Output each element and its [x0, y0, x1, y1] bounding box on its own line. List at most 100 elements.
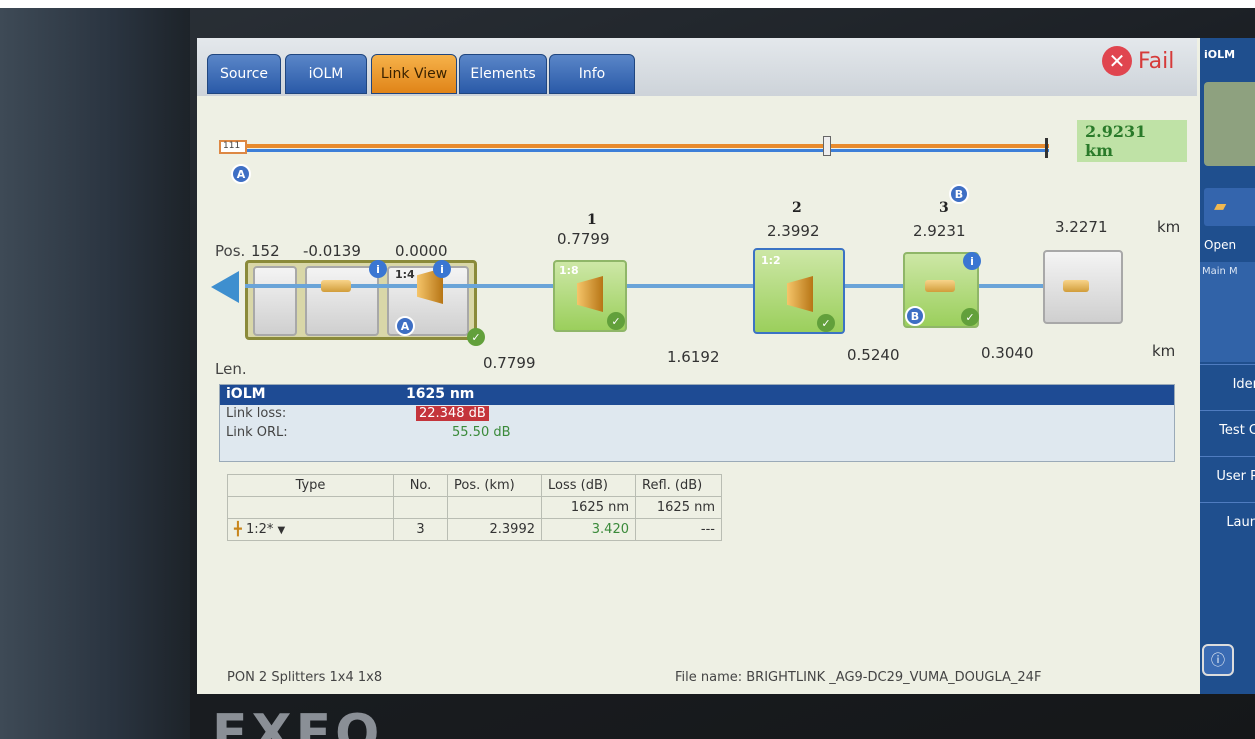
position-value: 0.7799: [557, 230, 610, 248]
tab-source[interactable]: Source: [207, 54, 281, 94]
position-value: 0.0000: [395, 242, 448, 260]
link-overview[interactable]: 111 A B 2.9231 km: [209, 102, 1187, 212]
length-value: 0.5240: [847, 346, 900, 364]
tab-info[interactable]: Info: [549, 54, 635, 94]
header-pos: Pos. (km): [447, 474, 542, 497]
event-number-2: 2: [792, 200, 802, 216]
tab-elements[interactable]: Elements: [459, 54, 547, 94]
fail-label: Fail: [1138, 48, 1175, 74]
menu-item-test-config[interactable]: Test C: [1200, 410, 1255, 456]
position-value: 3.2271: [1055, 218, 1108, 236]
row-loss: 3.420: [541, 518, 636, 541]
length-value: 0.3040: [981, 344, 1034, 362]
file-name: File name: BRIGHTLINK _AG9-DC29_VUMA_DOU…: [675, 670, 1042, 685]
tab-iolm[interactable]: iOLM: [285, 54, 367, 94]
iolm-summary: iOLM 1625 nm Link loss: 22.348 dB Link O…: [219, 384, 1175, 462]
subheader-cell: 1625 nm: [635, 496, 722, 519]
table-row[interactable]: ╋ 1:2* ▼ 3 2.3992 3.420 ---: [227, 518, 722, 541]
info-circle-icon: ⓘ: [1211, 653, 1225, 669]
summary-title: iOLM: [226, 386, 266, 402]
pass-check-icon: ✓: [467, 328, 485, 346]
connector-icon: [925, 280, 955, 292]
type-value: 1:2*: [245, 522, 274, 537]
subheader-cell: [227, 496, 394, 519]
overview-start-block: 111: [219, 140, 247, 154]
row-refl: ---: [635, 518, 722, 541]
link-orl-row: Link ORL: 55.50 dB: [220, 424, 1174, 443]
overview-fiber-orange: [229, 144, 1049, 148]
splitter-ratio: 1:2: [761, 254, 781, 267]
subheader-cell: 1625 nm: [541, 496, 636, 519]
open-button[interactable]: ▰: [1204, 188, 1255, 226]
marker-a-icon: A: [395, 316, 415, 336]
header-no: No.: [393, 474, 448, 497]
positions-unit: km: [1157, 218, 1181, 236]
link-loss-row: Link loss: 22.348 dB: [220, 405, 1174, 424]
folder-icon: ▰: [1214, 196, 1227, 215]
element-connector[interactable]: [305, 266, 379, 336]
table-subheader-row: 1625 nm 1625 nm: [227, 496, 722, 519]
tab-bar: Source iOLM Link View Elements Info ✕ Fa…: [197, 38, 1197, 96]
row-pos: 2.3992: [447, 518, 542, 541]
info-button[interactable]: ⓘ: [1202, 644, 1234, 676]
info-icon[interactable]: i: [433, 260, 451, 278]
tab-link-view[interactable]: Link View: [371, 54, 457, 94]
row-no: 3: [393, 518, 448, 541]
right-panel-title: iOLM: [1204, 48, 1236, 61]
overview-end-marker: [1045, 138, 1048, 158]
launch-arrow-icon[interactable]: [211, 271, 239, 303]
device-brand-logo: EXFO: [212, 704, 384, 739]
marker-b-icon: B: [905, 306, 925, 326]
overview-fiber-blue: [229, 149, 1049, 152]
splitter-icon: ╋: [234, 522, 242, 537]
menu-item-launch[interactable]: Laun: [1200, 502, 1255, 548]
pass-check-icon: ✓: [961, 308, 979, 326]
positions-label: Pos.: [215, 242, 246, 260]
event-number-1: 1: [587, 212, 597, 228]
result-status: ✕ Fail: [1102, 46, 1174, 76]
type-dropdown[interactable]: ╋ 1:2* ▼: [227, 518, 394, 541]
splitter-ratio: 1:8: [559, 264, 579, 277]
header-type: Type: [227, 474, 394, 497]
pass-check-icon: ✓: [607, 312, 625, 330]
main-menu-label: Main M: [1202, 266, 1238, 277]
event-number-3: 3: [939, 200, 949, 216]
connector-icon: [321, 280, 351, 292]
header-loss: Loss (dB): [541, 474, 636, 497]
open-label: Open: [1204, 238, 1237, 252]
position-value: 2.3992: [767, 222, 820, 240]
position-value: 152: [251, 242, 280, 260]
summary-header: iOLM 1625 nm: [220, 385, 1174, 405]
fail-icon: ✕: [1102, 46, 1132, 76]
subheader-cell: [393, 496, 448, 519]
pass-check-icon: ✓: [817, 314, 835, 332]
lengths-label: Len.: [215, 360, 247, 378]
link-loss-value: 22.348 dB: [416, 406, 489, 421]
device-bezel-left: [0, 8, 190, 739]
length-value: 0.7799: [483, 354, 536, 372]
position-value: -0.0139: [303, 242, 361, 260]
preview-card[interactable]: [1204, 82, 1255, 166]
total-length: 2.9231 km: [1077, 120, 1187, 162]
table-header-row: Type No. Pos. (km) Loss (dB) Refl. (dB): [227, 474, 722, 497]
end-connector-icon: [1063, 280, 1089, 292]
link-loss-label: Link loss:: [226, 406, 287, 421]
overview-zoom-handle[interactable]: [823, 136, 831, 156]
link-orl-label: Link ORL:: [226, 425, 288, 440]
device-screen: Source iOLM Link View Elements Info ✕ Fa…: [197, 38, 1255, 694]
splitter-ratio: 1:4: [395, 268, 415, 281]
info-icon[interactable]: i: [963, 252, 981, 270]
summary-wavelength: 1625 nm: [406, 386, 475, 402]
chevron-down-icon: ▼: [277, 525, 286, 536]
marker-a-icon: A: [231, 164, 251, 184]
marker-b-icon: B: [949, 184, 969, 204]
menu-item-identification[interactable]: Ider: [1200, 364, 1255, 410]
info-icon[interactable]: i: [369, 260, 387, 278]
right-panel: iOLM ▰ Open Main M Ider Test C User P La…: [1200, 38, 1255, 694]
element-connector[interactable]: [253, 266, 297, 336]
position-value: 2.9231: [913, 222, 966, 240]
menu-item-user-prefs[interactable]: User P: [1200, 456, 1255, 502]
event-table: Type No. Pos. (km) Loss (dB) Refl. (dB) …: [227, 474, 722, 541]
header-refl: Refl. (dB): [635, 474, 722, 497]
main-menu[interactable]: Main M: [1200, 262, 1255, 362]
